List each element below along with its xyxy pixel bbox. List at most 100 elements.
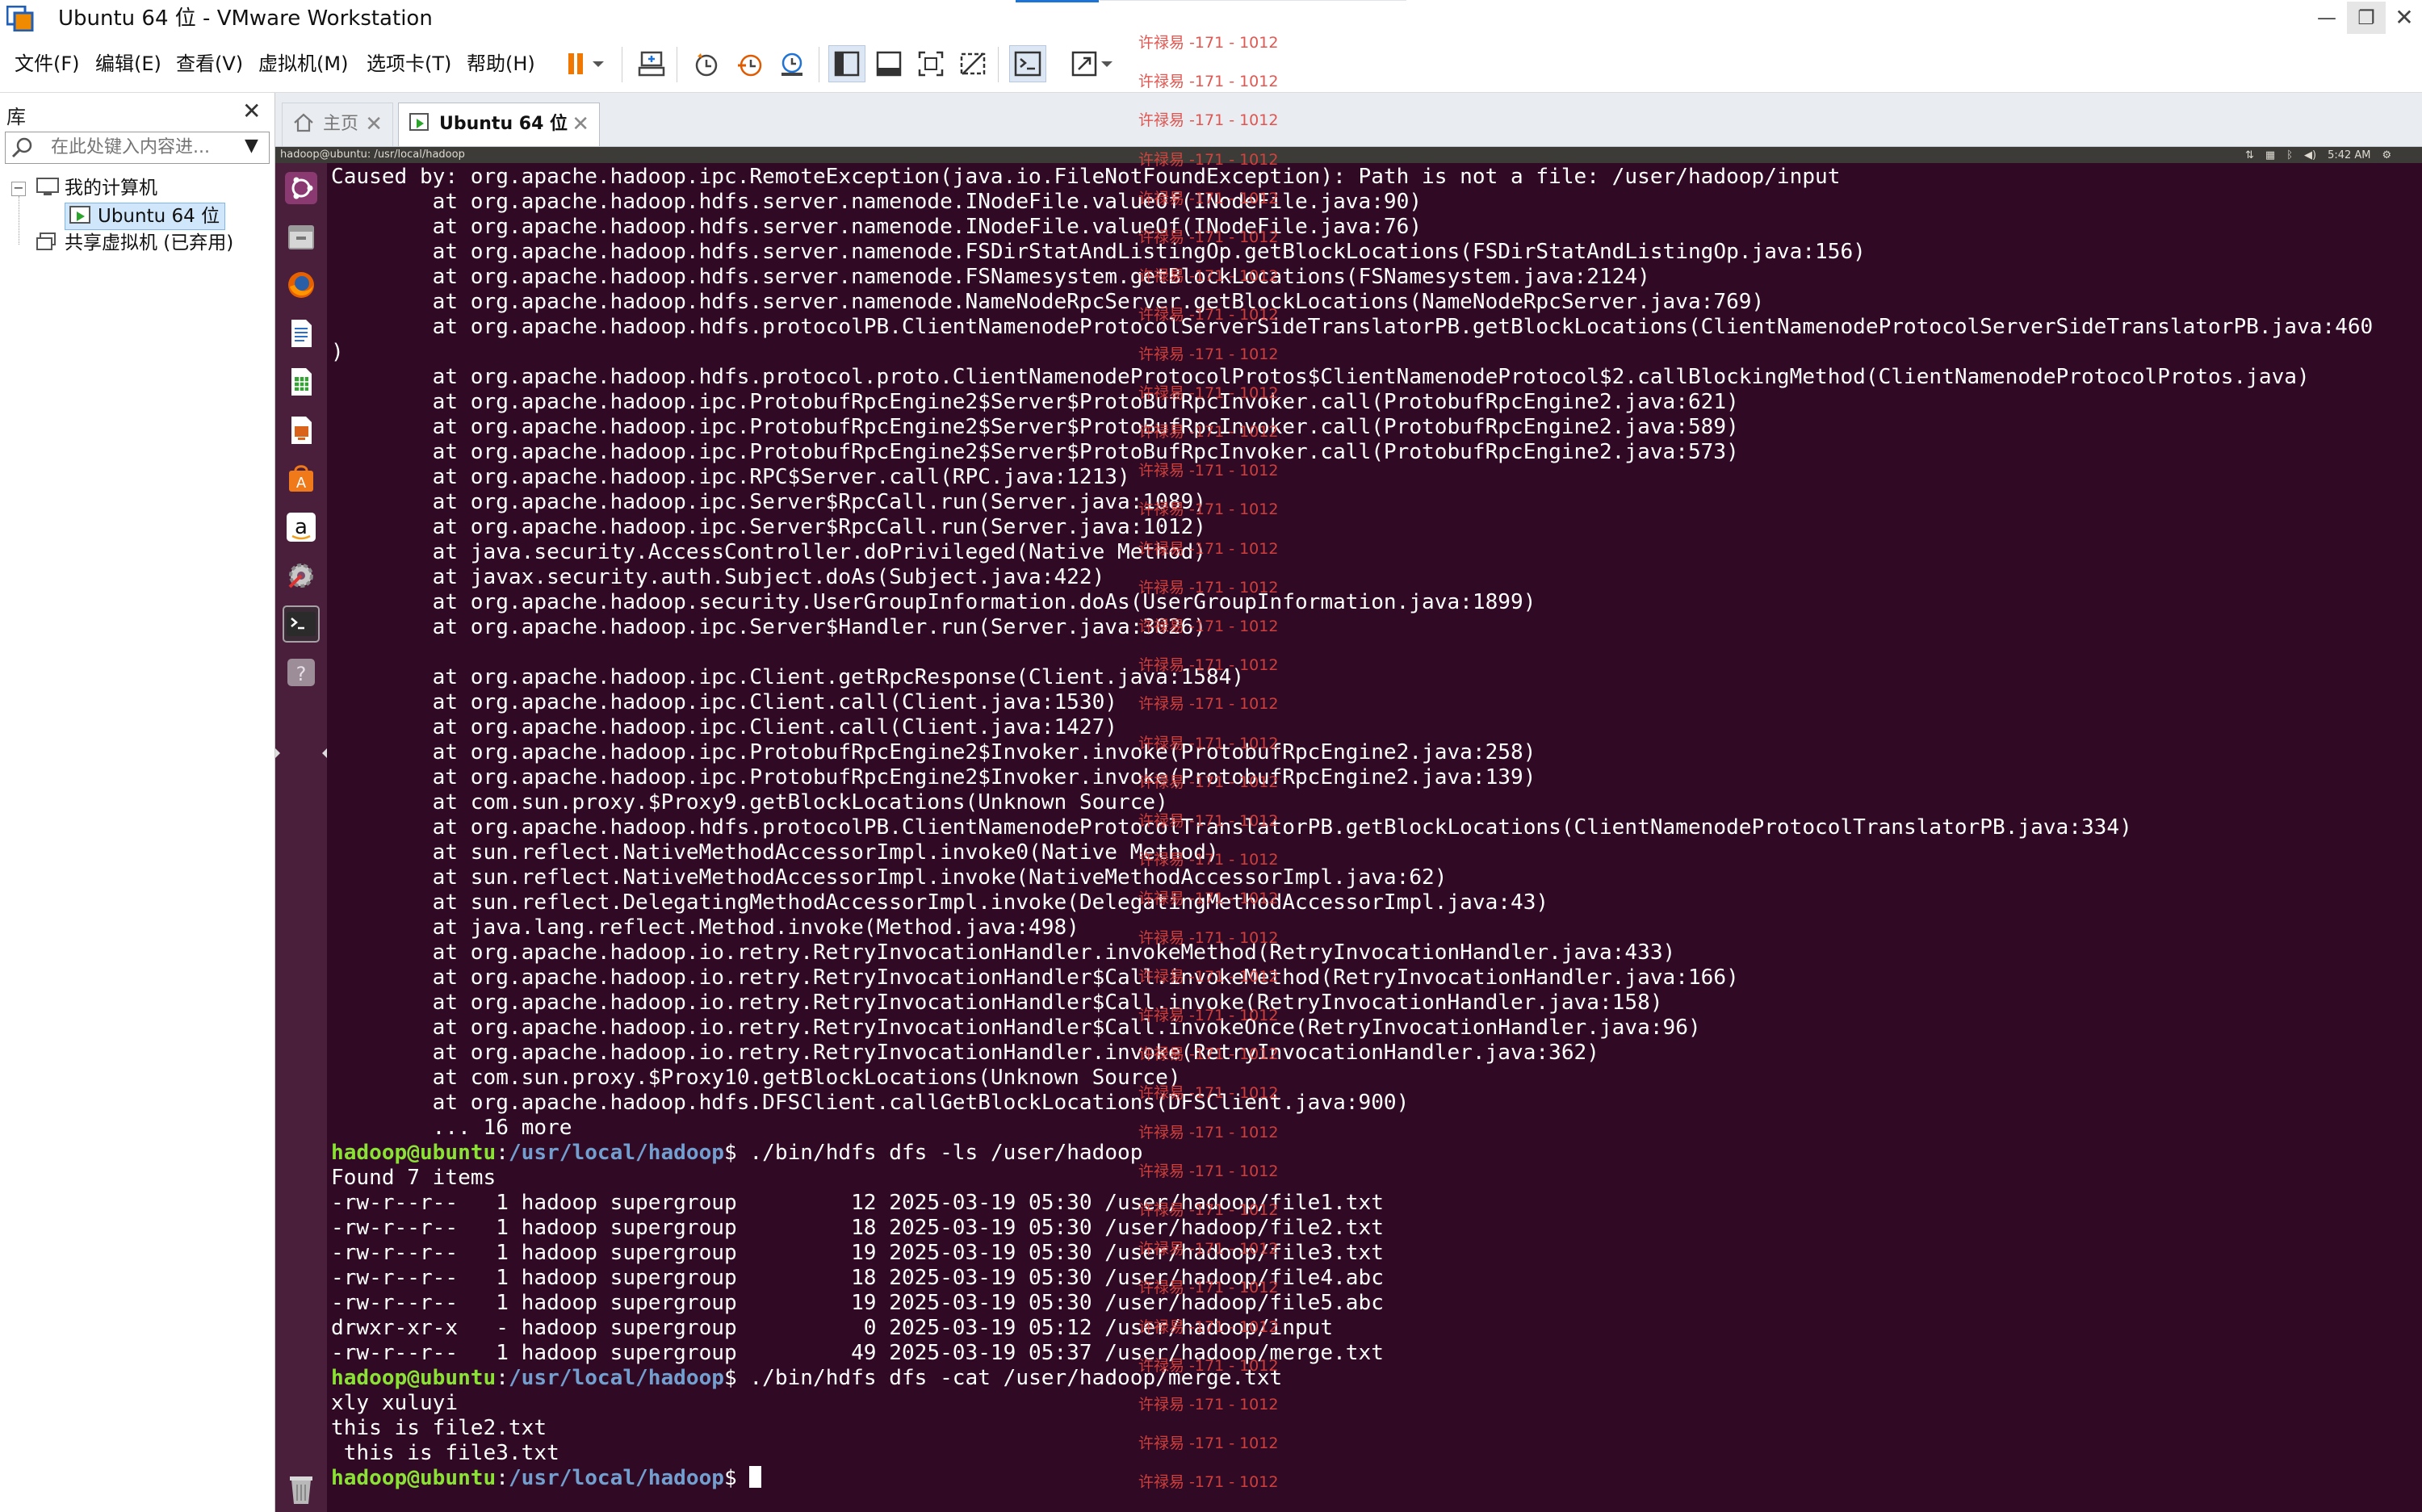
watermark-text: 许禄易 -171 - 1012	[1138, 539, 1279, 558]
console-view-button[interactable]	[1009, 45, 1046, 82]
keyboard-icon[interactable]: ▦	[2265, 149, 2275, 161]
toolbar-separator	[998, 47, 999, 82]
svg-text:A: A	[296, 475, 307, 492]
tree-item-label: 我的计算机	[65, 178, 157, 199]
stretch-icon	[1071, 51, 1097, 77]
watermark-text: 许禄易 -171 - 1012	[1138, 1435, 1279, 1453]
launcher-system-settings[interactable]	[283, 557, 320, 594]
tree-item-ubuntu-vm[interactable]: Ubuntu 64 位	[65, 203, 226, 230]
tree-connector	[19, 196, 20, 245]
bluetooth-icon[interactable]: ᛒ	[2286, 149, 2293, 161]
menu-vm[interactable]: 虚拟机(M)	[258, 50, 348, 77]
launcher-amazon[interactable]: a	[283, 509, 320, 546]
shared-vm-icon	[36, 232, 60, 253]
watermark-text: 许禄易 -171 - 1012	[1138, 967, 1279, 986]
vmware-logo-icon[interactable]	[6, 5, 34, 32]
menu-tabs[interactable]: 选项卡(T)	[367, 50, 451, 77]
launcher-writer[interactable]	[283, 315, 320, 352]
watermark-text: 许禄易 -171 - 1012	[1138, 734, 1279, 752]
thumbnail-bar-icon	[876, 51, 902, 77]
libreoffice-writer-icon	[291, 320, 312, 347]
network-icon[interactable]: ⇅	[2245, 149, 2254, 161]
launcher-firefox[interactable]	[283, 266, 320, 304]
watermark-text: 许禄易 -171 - 1012	[1138, 228, 1279, 246]
prompt-symbol: $	[724, 1366, 750, 1390]
watermark-text: 许禄易 -171 - 1012	[1138, 578, 1279, 597]
minimize-button[interactable]: —	[2307, 2, 2346, 34]
pause-icon	[568, 53, 583, 74]
watermark-text: 许禄易 -171 - 1012	[1138, 1396, 1279, 1414]
menu-edit[interactable]: 编辑(E)	[95, 50, 161, 77]
library-close-button[interactable]: ✕	[242, 98, 261, 124]
tab-label: Ubuntu 64 位	[439, 114, 568, 134]
full-screen-button[interactable]	[912, 45, 949, 82]
launcher-files[interactable]	[283, 218, 320, 255]
close-button[interactable]: ✕	[2385, 2, 2422, 34]
panel-indicators: ⇅ ▦ ᛒ ◀) 5:42 AM ⚙	[2245, 147, 2391, 163]
menu-file[interactable]: 文件(F)	[15, 50, 80, 77]
watermark-text: 许禄易 -171 - 1012	[1138, 383, 1279, 402]
launcher-help[interactable]: ?	[283, 654, 320, 691]
volume-icon[interactable]: ◀)	[2304, 149, 2316, 161]
launcher-trash[interactable]	[283, 1471, 320, 1508]
chevron-down-icon[interactable]: ▼	[245, 136, 258, 156]
stretch-dropdown-button[interactable]	[1096, 45, 1117, 82]
library-toggle-button[interactable]	[828, 45, 865, 82]
watermark-text: 许禄易 -171 - 1012	[1138, 1123, 1279, 1141]
ubuntu-launcher: A a ?	[275, 163, 327, 1512]
vm-screen[interactable]: hadoop@ubuntu: /usr/local/hadoop ⇅ ▦ ᛒ ◀…	[275, 147, 2422, 1512]
watermark-text: 许禄易 -171 - 1012	[1138, 1045, 1279, 1064]
settings-gear-icon[interactable]: ⚙	[2382, 149, 2392, 161]
snapshot-manager-button[interactable]	[773, 45, 811, 82]
revert-snapshot-button[interactable]	[731, 45, 769, 82]
stack-trace-text: Caused by: org.apache.hadoop.ipc.RemoteE…	[331, 165, 2374, 1140]
prompt-path: /usr/local/hadoop	[508, 1141, 725, 1165]
tree-item-shared-vms[interactable]: 共享虚拟机 (已弃用)	[36, 230, 233, 256]
running-vm-icon	[409, 108, 431, 131]
tab-strip: 主页 ✕ Ubuntu 64 位 ✕	[275, 93, 2422, 147]
launcher-calc[interactable]	[283, 363, 320, 400]
library-search-box[interactable]: ▼	[5, 132, 270, 164]
svg-text:a: a	[295, 515, 308, 539]
snapshot-button[interactable]	[688, 45, 725, 82]
watermark-text: 许禄易 -171 - 1012	[1138, 462, 1279, 480]
watermark-text: 许禄易 -171 - 1012	[1138, 890, 1279, 908]
trash-icon	[290, 1476, 312, 1504]
watermark-text: 许禄易 -171 - 1012	[1138, 1084, 1279, 1103]
tab-home[interactable]: 主页 ✕	[282, 103, 393, 146]
menu-help[interactable]: 帮助(H)	[467, 50, 535, 77]
tree-collapse-toggle[interactable]: −	[11, 182, 26, 196]
launcher-software-center[interactable]: A	[283, 460, 320, 497]
terminal-output[interactable]: Caused by: org.apache.hadoop.ipc.RemoteE…	[329, 165, 2422, 1491]
launcher-dash[interactable]	[283, 170, 320, 207]
watermark-text: 许禄易 -171 - 1012	[1138, 345, 1279, 363]
library-search-input[interactable]	[51, 133, 241, 161]
watermark-text: 许禄易 -171 - 1012	[1138, 812, 1279, 830]
thumbnail-bar-button[interactable]	[870, 45, 907, 82]
computer-icon	[36, 177, 60, 198]
restore-button[interactable]: ❐	[2347, 2, 2386, 34]
svg-text:?: ?	[296, 663, 307, 685]
launcher-impress[interactable]	[283, 412, 320, 449]
launcher-terminal[interactable]	[283, 605, 320, 643]
send-ctrl-alt-del-button[interactable]	[633, 45, 670, 82]
tab-close-icon[interactable]: ✕	[365, 103, 383, 145]
terminal-icon	[287, 612, 316, 636]
prompt-user: hadoop@ubuntu	[331, 1141, 497, 1165]
terminal-window[interactable]: Caused by: org.apache.hadoop.ipc.RemoteE…	[329, 165, 2422, 1512]
unity-mode-button[interactable]	[954, 45, 991, 82]
ubuntu-top-panel: hadoop@ubuntu: /usr/local/hadoop ⇅ ▦ ᛒ ◀…	[275, 147, 2422, 163]
tree-item-my-computer[interactable]: 我的计算机	[36, 175, 157, 201]
watermark-text: 许禄易 -171 - 1012	[1138, 618, 1279, 635]
watermark-text: 许禄易 -171 - 1012	[1138, 501, 1279, 519]
power-dropdown-button[interactable]	[588, 45, 609, 82]
watermark-text: 许禄易 -171 - 1012	[1138, 150, 1279, 169]
libreoffice-impress-icon	[291, 417, 312, 444]
panel-window-title: hadoop@ubuntu: /usr/local/hadoop	[280, 149, 465, 161]
tab-close-icon[interactable]: ✕	[572, 103, 589, 145]
launcher-focus-indicator	[322, 748, 327, 758]
menu-view[interactable]: 查看(V)	[176, 50, 243, 77]
tab-ubuntu-vm[interactable]: Ubuntu 64 位 ✕	[398, 103, 600, 146]
clock[interactable]: 5:42 AM	[2328, 149, 2370, 161]
command-ls: ./bin/hdfs dfs -ls /user/hadoop	[749, 1141, 1143, 1165]
